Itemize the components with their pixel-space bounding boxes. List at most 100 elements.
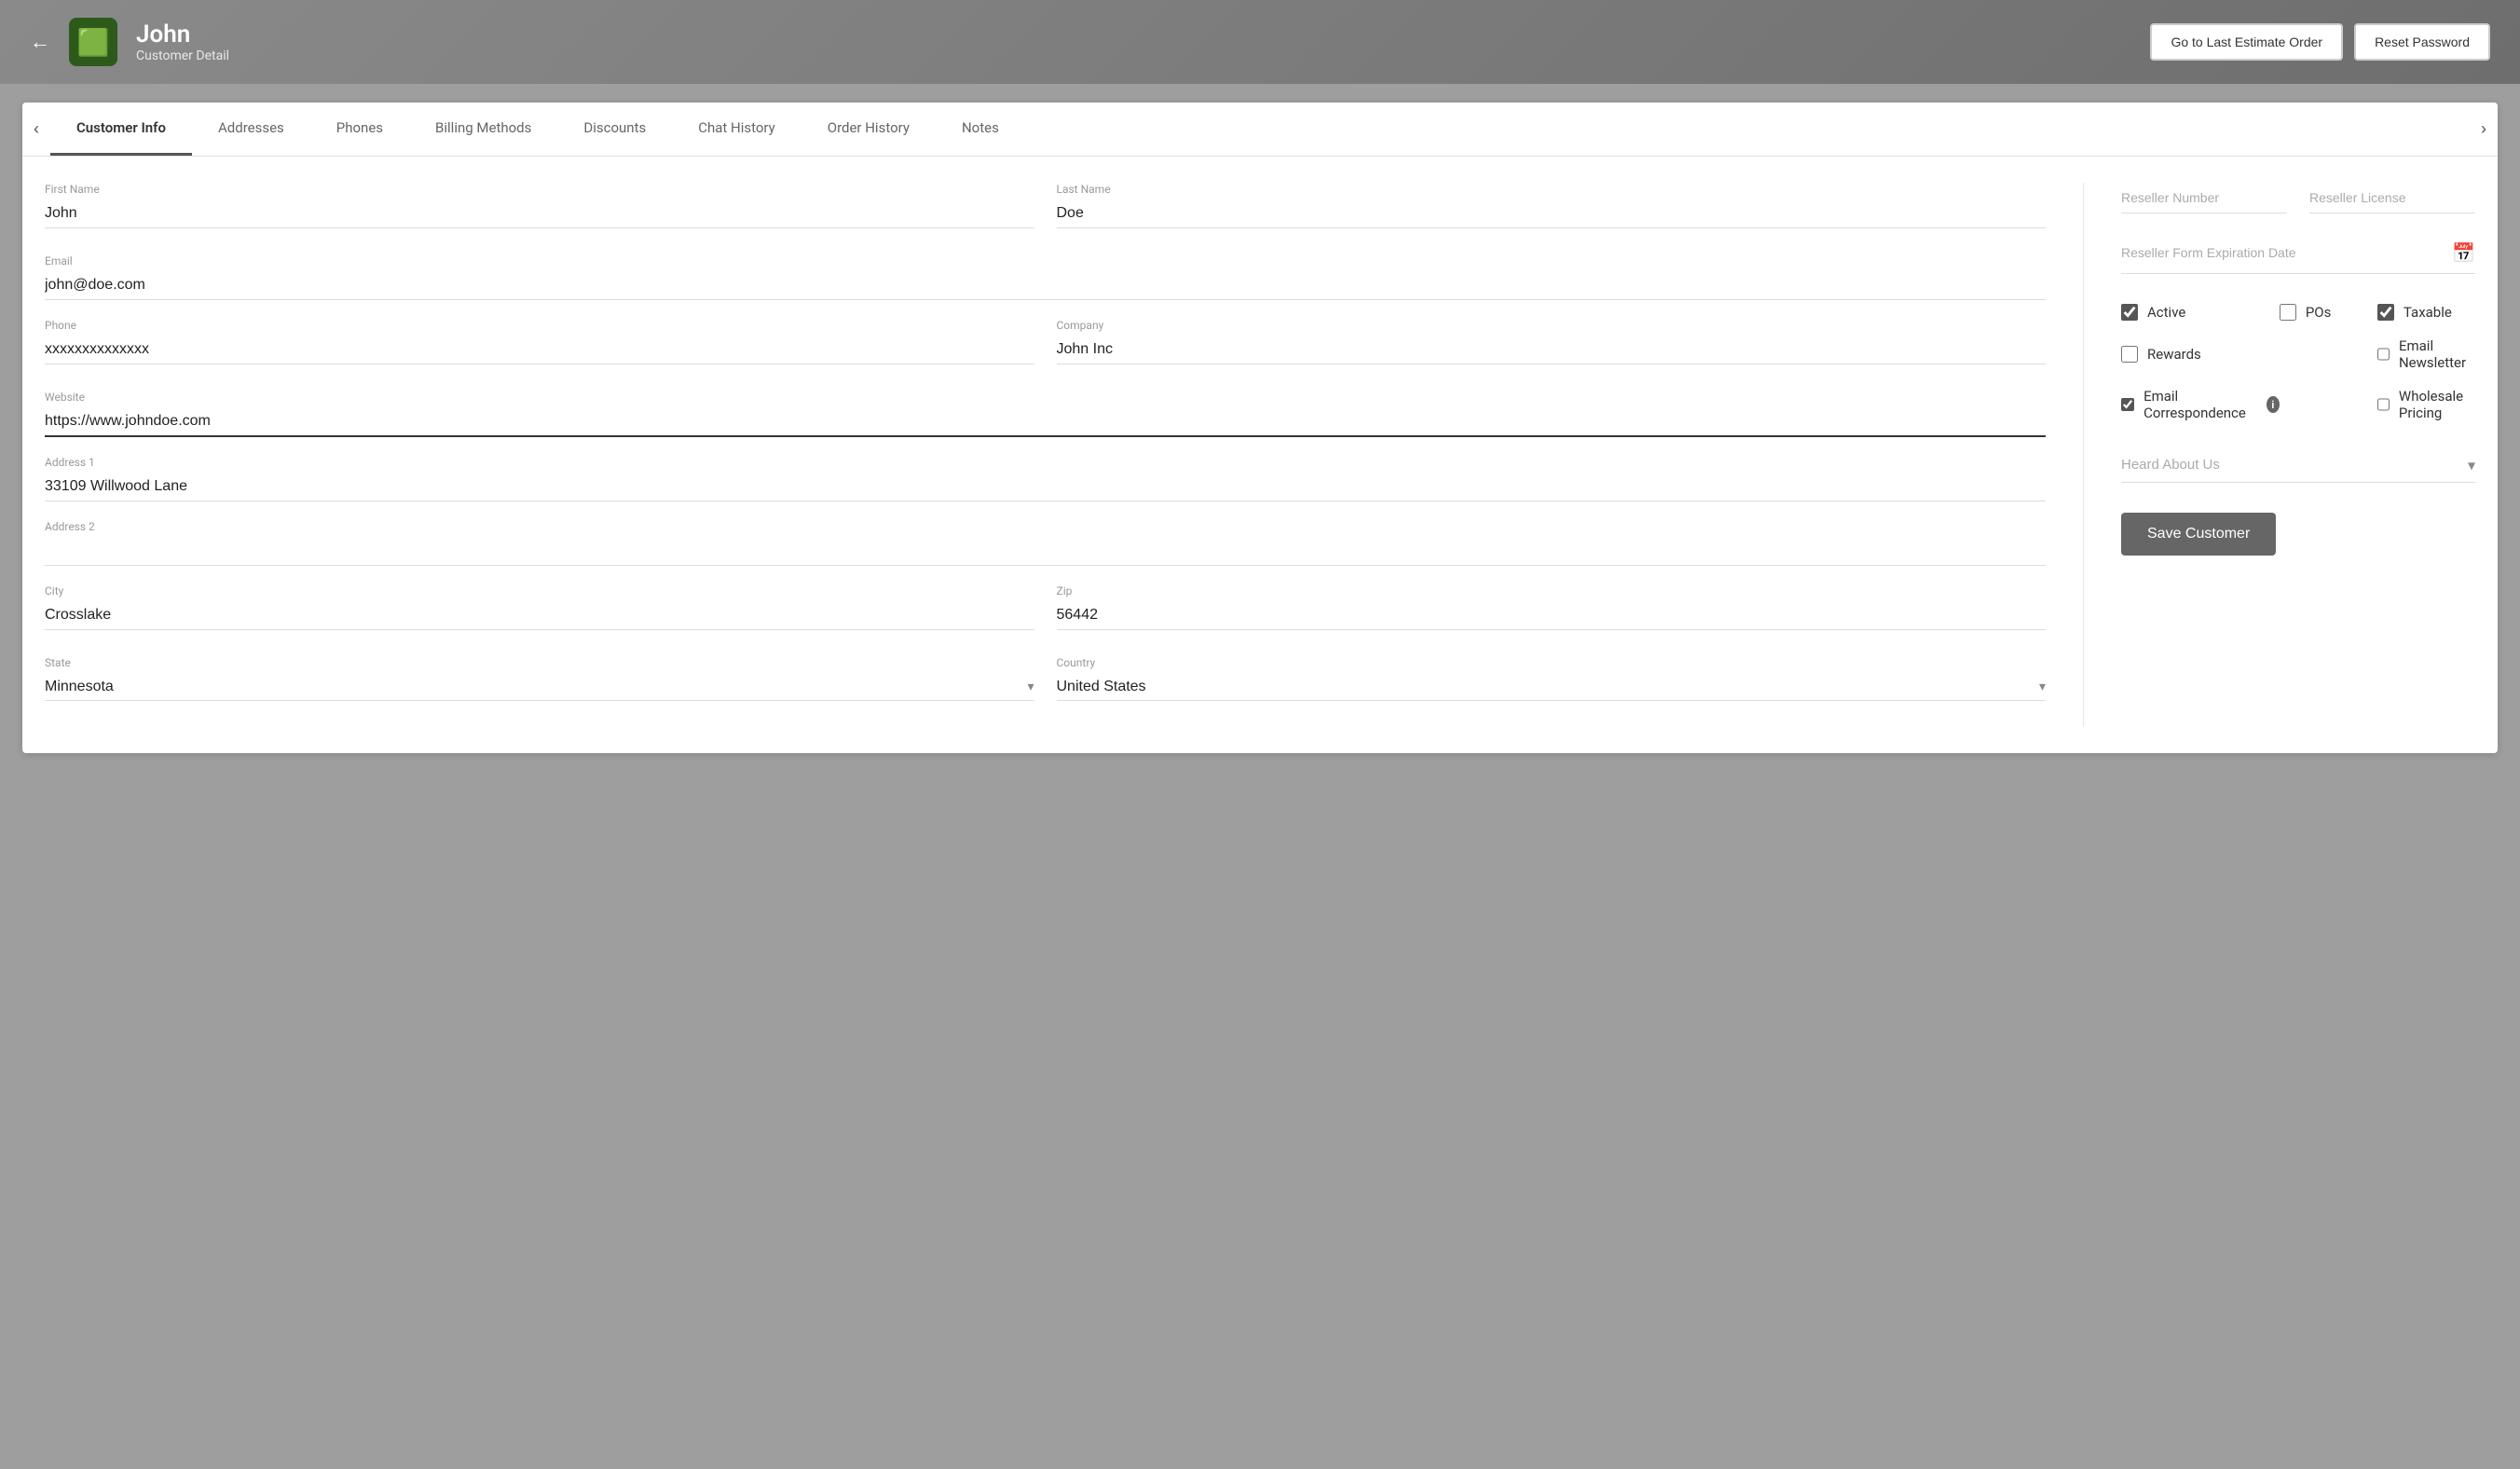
email-correspondence-checkbox[interactable] <box>2121 396 2134 413</box>
last-name-input[interactable] <box>1057 199 2047 228</box>
tab-addresses[interactable]: Addresses <box>192 103 310 156</box>
first-name-field: First Name <box>45 183 1034 228</box>
estimate-order-button[interactable]: Go to Last Estimate Order <box>2150 23 2343 61</box>
company-label: Company <box>1057 319 2047 332</box>
country-label: Country <box>1057 656 2047 669</box>
state-label: State <box>45 656 1034 669</box>
rewards-checkbox[interactable] <box>2121 346 2138 363</box>
calendar-icon[interactable]: 📅 <box>2452 241 2475 264</box>
header-title: John Customer Detail <box>136 21 229 63</box>
save-customer-button[interactable]: Save Customer <box>2121 513 2276 556</box>
state-select-wrap: Minnesota Wisconsin Iowa Illinois Michig… <box>45 673 1034 701</box>
reseller-date-input[interactable] <box>2121 240 2452 266</box>
tab-billing-methods[interactable]: Billing Methods <box>409 103 557 156</box>
reseller-date-row: 📅 <box>2121 240 2475 274</box>
phone-company-row: Phone Company <box>45 319 2046 383</box>
first-name-input[interactable] <box>45 199 1034 228</box>
zip-input[interactable] <box>1057 601 2047 630</box>
last-name-field: Last Name <box>1057 183 2047 228</box>
country-select-wrap: United States Canada Mexico ▾ <box>1057 673 2047 701</box>
company-input[interactable] <box>1057 336 2047 364</box>
back-button[interactable]: ← <box>30 30 50 54</box>
zip-field: Zip <box>1057 584 2047 630</box>
country-select[interactable]: United States Canada Mexico <box>1057 673 2047 701</box>
website-input[interactable] <box>45 407 2046 437</box>
first-name-label: First Name <box>45 183 1034 196</box>
tabs-list: Customer Info Addresses Phones Billing M… <box>50 103 2470 156</box>
reseller-number-field <box>2121 183 2287 213</box>
state-select[interactable]: Minnesota Wisconsin Iowa Illinois Michig… <box>45 673 1034 701</box>
active-label: Active <box>2147 304 2185 321</box>
email-newsletter-checkbox[interactable] <box>2377 346 2390 363</box>
app-icon: 🟩 <box>69 18 117 66</box>
rewards-label: Rewards <box>2147 346 2201 363</box>
email-correspondence-info-icon[interactable]: i <box>2267 396 2280 413</box>
email-correspondence-label: Email Correspondence <box>2143 388 2253 421</box>
email-input[interactable] <box>45 271 2046 300</box>
address1-label: Address 1 <box>45 456 2046 469</box>
city-label: City <box>45 584 1034 597</box>
address2-input[interactable] <box>45 537 2046 566</box>
tab-order-history[interactable]: Order History <box>801 103 936 156</box>
tab-chat-history[interactable]: Chat History <box>672 103 801 156</box>
taxable-label: Taxable <box>2404 304 2452 321</box>
left-form: First Name Last Name Email Ph <box>45 183 2084 727</box>
phone-field: Phone <box>45 319 1034 364</box>
city-input[interactable] <box>45 601 1034 630</box>
zip-label: Zip <box>1057 584 2047 597</box>
heard-about-select[interactable]: Heard About Us Google Social Media Frien… <box>2121 447 2475 483</box>
name-row: First Name Last Name <box>45 183 2046 247</box>
phone-input[interactable] <box>45 336 1034 364</box>
wholesale-pricing-label: Wholesale Pricing <box>2399 388 2475 421</box>
tab-nav-left[interactable]: ‹ <box>22 103 50 156</box>
address2-label: Address 2 <box>45 520 2046 533</box>
active-checkbox[interactable] <box>2121 304 2138 321</box>
email-field: Email <box>45 254 2046 300</box>
tab-discounts[interactable]: Discounts <box>557 103 672 156</box>
address1-input[interactable] <box>45 473 2046 501</box>
reseller-license-input[interactable] <box>2309 183 2475 213</box>
tab-phones[interactable]: Phones <box>310 103 409 156</box>
checkbox-email-correspondence: Email Correspondence i <box>2121 388 2280 421</box>
checkbox-taxable: Taxable <box>2377 304 2475 321</box>
taxable-checkbox[interactable] <box>2377 304 2394 321</box>
page-header: ← 🟩 John Customer Detail Go to Last Esti… <box>0 0 2520 84</box>
checkboxes-grid: Active POs Taxable Rewards <box>2121 304 2475 421</box>
checkbox-wholesale-pricing: Wholesale Pricing <box>2377 388 2475 421</box>
heard-about-wrap: Heard About Us Google Social Media Frien… <box>2121 447 2475 483</box>
email-newsletter-label: Email Newsletter <box>2399 337 2475 371</box>
right-form: 📅 Active POs Taxable <box>2084 183 2475 727</box>
state-field: State Minnesota Wisconsin Iowa Illinois … <box>45 656 1034 701</box>
checkbox-pos: POs <box>2280 304 2377 321</box>
tab-customer-info[interactable]: Customer Info <box>50 103 192 156</box>
website-label: Website <box>45 391 2046 404</box>
reseller-license-field <box>2309 183 2475 213</box>
phone-label: Phone <box>45 319 1034 332</box>
checkbox-email-newsletter: Email Newsletter <box>2377 337 2475 371</box>
page-subtitle: Customer Detail <box>136 48 229 63</box>
customer-name: John <box>136 21 229 48</box>
email-label: Email <box>45 254 2046 268</box>
header-actions: Go to Last Estimate Order Reset Password <box>2150 23 2490 61</box>
address1-field: Address 1 <box>45 456 2046 501</box>
state-country-row: State Minnesota Wisconsin Iowa Illinois … <box>45 656 2046 720</box>
main-container: ‹ Customer Info Addresses Phones Billing… <box>0 84 2520 772</box>
last-name-label: Last Name <box>1057 183 2047 196</box>
wholesale-pricing-checkbox[interactable] <box>2377 396 2390 413</box>
city-zip-row: City Zip <box>45 584 2046 649</box>
tab-notes[interactable]: Notes <box>936 103 1025 156</box>
city-field: City <box>45 584 1034 630</box>
tabs-bar: ‹ Customer Info Addresses Phones Billing… <box>22 103 2498 157</box>
website-field: Website <box>45 391 2046 437</box>
company-field: Company <box>1057 319 2047 364</box>
header-left: ← 🟩 John Customer Detail <box>30 18 229 66</box>
reseller-number-input[interactable] <box>2121 183 2287 213</box>
country-field: Country United States Canada Mexico ▾ <box>1057 656 2047 701</box>
checkbox-rewards: Rewards <box>2121 337 2280 371</box>
pos-checkbox[interactable] <box>2280 304 2296 321</box>
content-area: First Name Last Name Email Ph <box>22 157 2498 753</box>
tab-nav-right[interactable]: › <box>2470 103 2498 156</box>
address2-field: Address 2 <box>45 520 2046 566</box>
tab-panel: ‹ Customer Info Addresses Phones Billing… <box>22 103 2498 753</box>
reset-password-button[interactable]: Reset Password <box>2354 23 2490 61</box>
